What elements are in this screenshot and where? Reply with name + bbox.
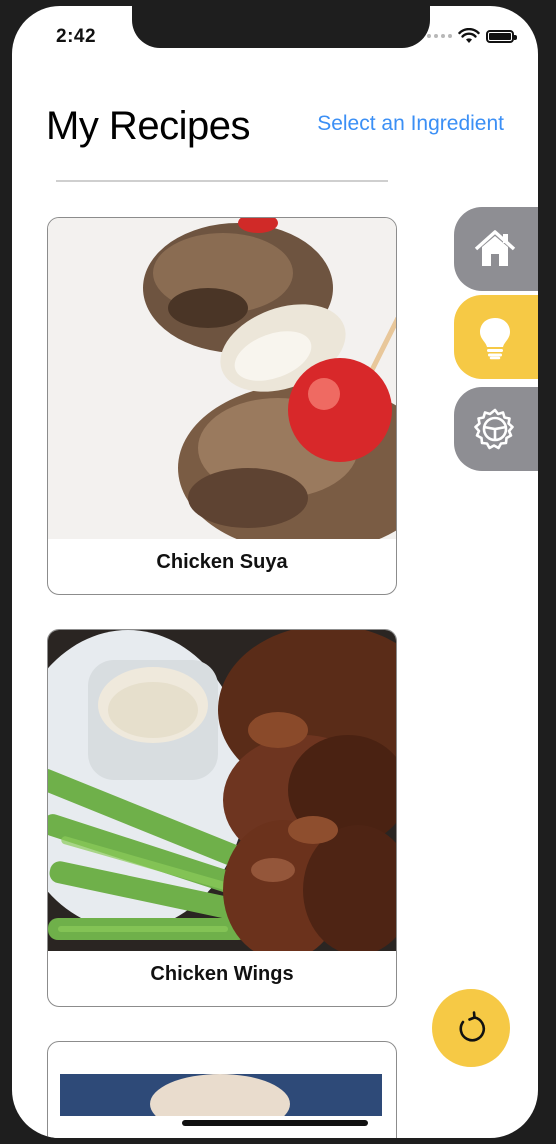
battery-icon	[486, 29, 517, 43]
recipe-image-partial	[60, 1074, 382, 1116]
recipe-label: Chicken Suya	[156, 551, 288, 573]
home-button[interactable]	[454, 207, 538, 291]
refresh-icon	[459, 1011, 486, 1042]
wifi-icon	[458, 28, 480, 43]
divider	[56, 180, 388, 182]
phone-screen: 2:42 My Recipes Select an Ingredient Chi…	[12, 6, 538, 1138]
page-title: My Recipes	[46, 104, 250, 148]
settings-button[interactable]	[454, 387, 538, 471]
select-ingredient-link[interactable]: Select an Ingredient	[317, 112, 504, 136]
signal-icon	[427, 34, 452, 38]
status-icons	[427, 28, 517, 44]
notch	[132, 6, 430, 48]
refresh-button[interactable]	[432, 989, 510, 1067]
settings-icon	[474, 408, 514, 450]
home-indicator	[182, 1120, 368, 1126]
recipe-card-chicken-wings[interactable]: Chicken Wings	[47, 629, 397, 1007]
recipe-image-chicken-suya	[48, 218, 396, 539]
status-time: 2:42	[56, 26, 97, 47]
recipe-card-chicken-suya[interactable]: Chicken Suya	[47, 217, 397, 595]
lightbulb-icon	[480, 318, 510, 360]
recipe-label: Chicken Wings	[150, 963, 294, 985]
ideas-button[interactable]	[454, 295, 538, 379]
recipe-image-chicken-wings	[48, 630, 396, 951]
home-icon	[474, 230, 516, 266]
